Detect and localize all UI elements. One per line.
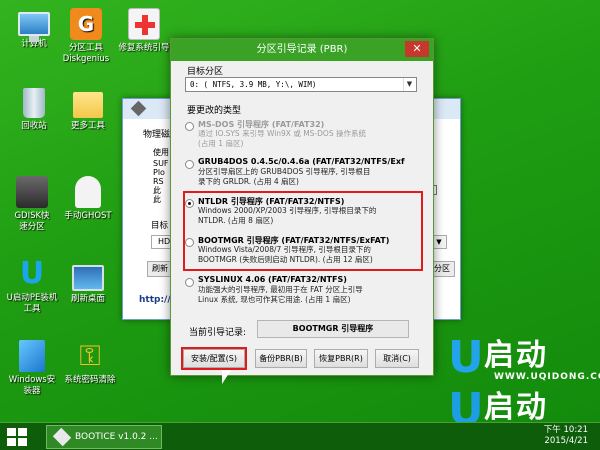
desktop-icon-label: 分区工具 Diskgenius	[62, 43, 110, 64]
option-grub4dos[interactable]: GRUB4DOS 0.4.5c/0.4.6a (FAT/FAT32/NTFS/E…	[185, 157, 421, 187]
windows-logo-icon	[18, 438, 27, 446]
desktop-icon-label: U启动PE装机工具	[6, 293, 58, 314]
usage-text: SUF Plo RS 此 此	[153, 159, 169, 204]
target-partition-label: 目标分区	[187, 67, 224, 77]
desktop-icon-gdisk[interactable]: GDISK快速分区	[0, 176, 64, 233]
clock-date: 2015/4/21	[544, 436, 588, 446]
physical-disk-tab[interactable]: 物理磁	[143, 127, 170, 140]
u-qidong-logo: U 启动 WWW.UQIDONG.COM	[448, 332, 600, 383]
desktop-icon-label: 系统密码清除	[64, 375, 116, 385]
highlight-box-options	[183, 191, 423, 271]
mouse-cursor-icon	[222, 370, 231, 384]
radio-msdos[interactable]	[185, 122, 194, 131]
logo-text: 启动	[484, 390, 548, 425]
option-desc: 分区引导扇区上的 GRUB4DOS 引导程序, 引导根目 录下的 GRLDR. …	[198, 167, 371, 186]
chevron-down-icon: ▼	[403, 78, 415, 91]
logo-text: 启动	[484, 338, 548, 373]
target-disk-select[interactable]: HD	[151, 235, 171, 249]
option-desc: 功能强大的引导程序, 最初用于在 FAT 分区上引导 Linux 系统, 现也可…	[198, 285, 363, 304]
taskbar-app-bootice[interactable]: BOOTICE v1.0.2 ...	[46, 425, 162, 449]
option-syslinux[interactable]: SYSLINUX 4.06 (FAT/FAT32/NTFS) 功能强大的引导程序…	[185, 275, 421, 305]
windows-logo-icon	[7, 428, 16, 436]
current-record-label: 当前引导记录:	[189, 328, 247, 338]
restore-pbr-button[interactable]: 恢复PBR(R)	[314, 349, 368, 368]
desktop-icon-label: 手动GHOST	[64, 211, 112, 221]
desktop-icon-more-tools[interactable]: 更多工具	[58, 88, 118, 132]
desktop-icon-windows-installer[interactable]: Windows安装器	[0, 340, 64, 397]
radio-syslinux[interactable]	[185, 278, 194, 287]
logo-u-mark: U	[448, 332, 484, 383]
diskgenius-icon: G	[70, 8, 102, 40]
taskbar: BOOTICE v1.0.2 ... 下午 10:21 2015/4/21	[0, 422, 600, 450]
pbr-dialog: 分区引导记录 (PBR) ✕ 目标分区 0: ( NTFS, 3.9 MB, Y…	[170, 38, 434, 376]
ghost-icon	[75, 176, 101, 208]
desktop-icon-u-installer[interactable]: U U启动PE装机工具	[0, 258, 64, 315]
usage-label: 使用	[153, 148, 169, 157]
system-clock[interactable]: 下午 10:21 2015/4/21	[528, 425, 588, 447]
key-icon: ⚿	[79, 339, 101, 372]
desktop-icon-computer[interactable]: 计算机	[4, 8, 64, 50]
computer-icon	[18, 12, 50, 42]
windows-installer-icon	[19, 340, 45, 372]
desktop-icon-label: 回收站	[21, 121, 47, 131]
target-label: 目标	[151, 221, 169, 231]
backup-pbr-button[interactable]: 备份PBR(B)	[255, 349, 307, 368]
desktop-icon-label: 刷新桌面	[70, 294, 105, 304]
highlight-box-install	[181, 347, 247, 370]
option-msdos[interactable]: MS-DOS 引导程序 (FAT/FAT32) 通过 IO.SYS 来引导 Wi…	[185, 119, 421, 149]
partition-value: 0: ( NTFS, 3.9 MB, Y:\, WIM)	[190, 80, 317, 89]
u-installer-icon: U	[19, 256, 45, 291]
desktop-icon-diskgenius[interactable]: G 分区工具 Diskgenius	[56, 8, 116, 65]
windows-logo-icon	[7, 438, 16, 446]
refresh-desktop-icon	[72, 265, 104, 291]
cancel-button[interactable]: 取消(C)	[375, 349, 419, 368]
recycle-bin-icon	[23, 88, 45, 118]
gdisk-icon	[16, 176, 48, 208]
dialog-title: 分区引导记录 (PBR)	[171, 39, 433, 61]
desktop-icon-recycle-bin[interactable]: 回收站	[4, 88, 64, 132]
target-partition-select[interactable]: 0: ( NTFS, 3.9 MB, Y:\, WIM) ▼	[185, 77, 417, 92]
option-title: SYSLINUX 4.06 (FAT/FAT32/NTFS)	[198, 275, 347, 284]
desktop-icon-label: 更多工具	[70, 121, 105, 131]
close-button[interactable]: ✕	[405, 41, 429, 57]
option-desc: 通过 IO.SYS 来引导 Win9X 或 MS-DOS 操作系统 (占用 1 …	[198, 129, 366, 148]
clock-time: 下午 10:21	[543, 425, 588, 435]
repair-boot-icon	[128, 8, 160, 40]
homepage-link[interactable]: http://	[139, 295, 171, 305]
current-record-value: BOOTMGR 引导程序	[257, 320, 409, 338]
u-qidong-logo-secondary: U 启动	[448, 388, 594, 432]
window-app-icon	[130, 100, 147, 117]
desktop-icon-password-clear[interactable]: ⚿ 系统密码清除	[58, 340, 122, 386]
windows-logo-icon	[18, 428, 27, 436]
change-type-label: 要更改的类型	[187, 106, 242, 116]
desktop-icon-ghost[interactable]: 手动GHOST	[58, 176, 118, 222]
option-title: GRUB4DOS 0.4.5c/0.4.6a (FAT/FAT32/NTFS/E…	[198, 157, 405, 166]
folder-icon	[73, 92, 103, 118]
desktop-icon-label: 修复系统引导	[118, 43, 170, 53]
logo-url: WWW.UQIDONG.COM	[494, 372, 600, 382]
desktop-icon-refresh[interactable]: 刷新桌面	[58, 262, 118, 305]
desktop-icon-repair-boot[interactable]: 修复系统引导	[114, 8, 174, 54]
desktop-icon-label: Windows安装器	[8, 375, 56, 396]
bootice-app-icon	[52, 427, 72, 447]
taskbar-app-label: BOOTICE v1.0.2 ...	[75, 432, 158, 442]
start-button[interactable]	[6, 427, 28, 447]
radio-grub4dos[interactable]	[185, 160, 194, 169]
desktop-icon-label: GDISK快速分区	[14, 211, 50, 232]
